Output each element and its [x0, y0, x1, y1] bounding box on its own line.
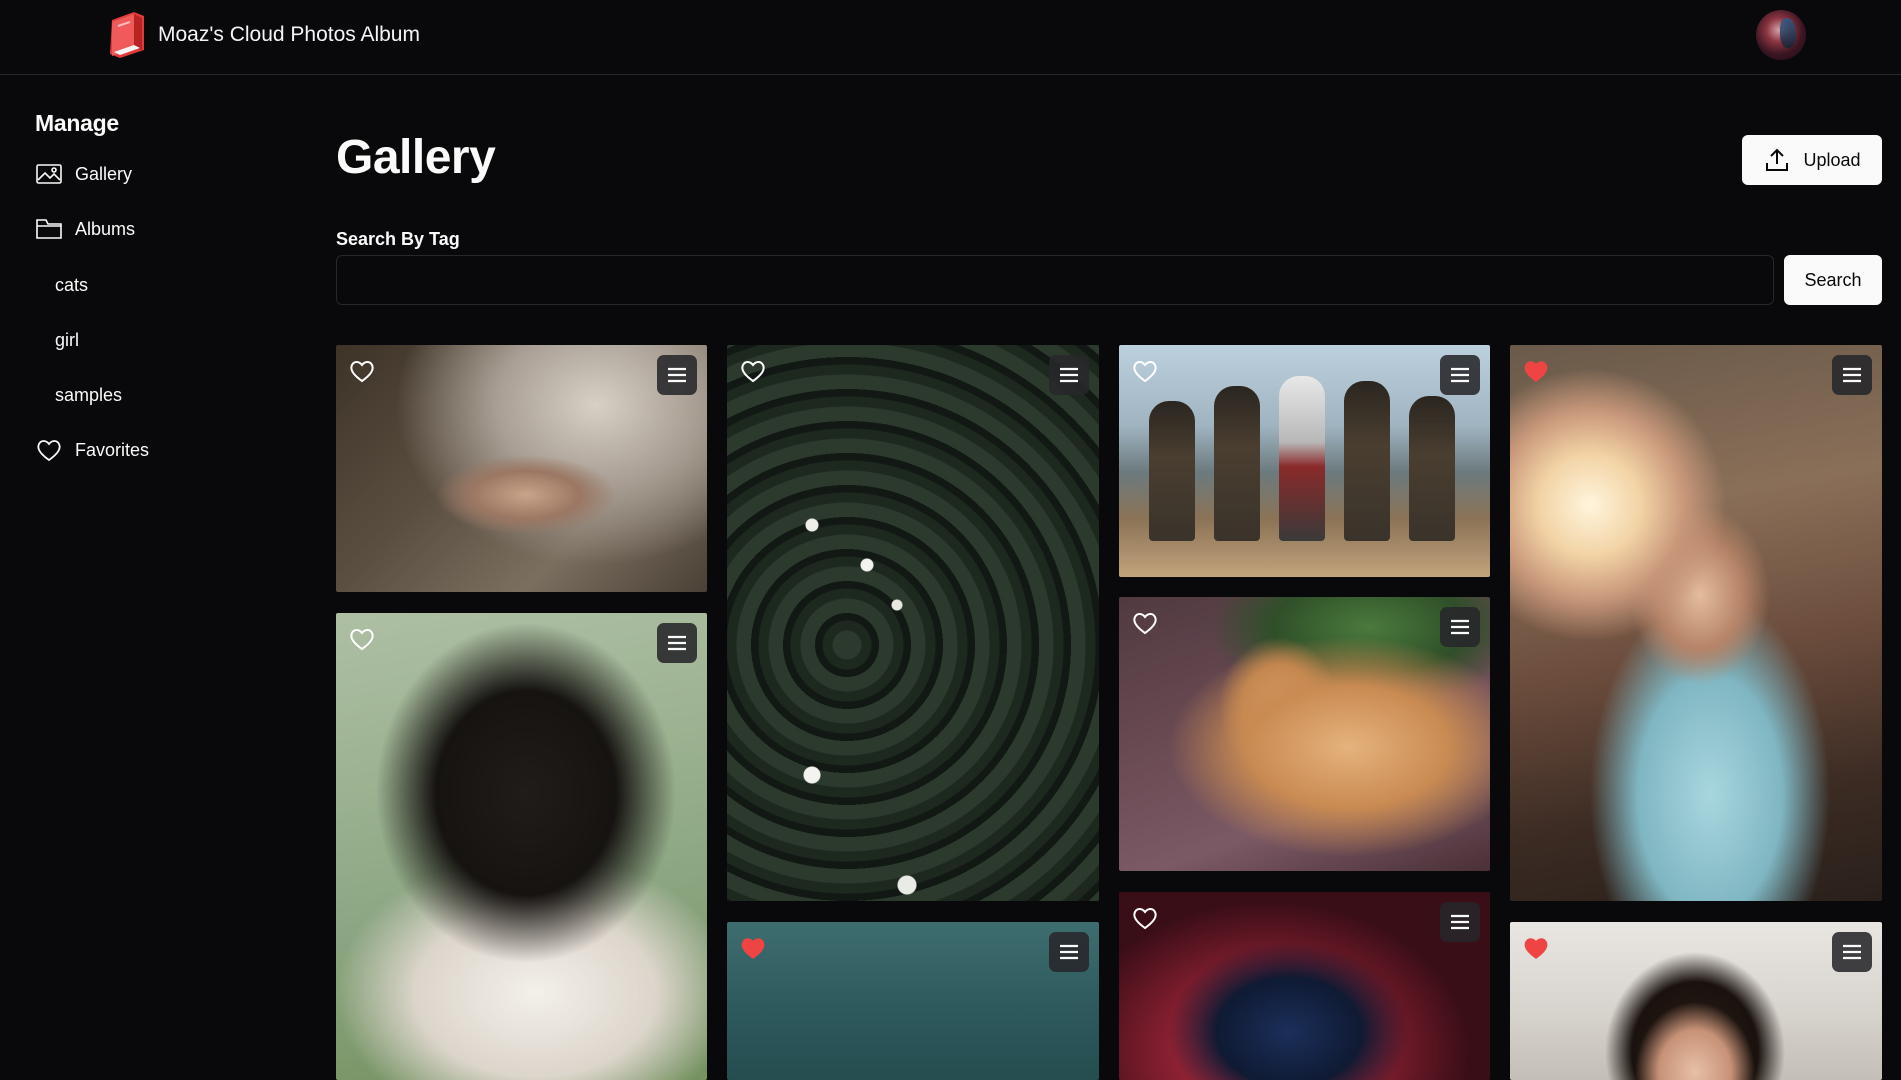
photo-card[interactable] [727, 345, 1099, 901]
heart-outline-icon[interactable] [348, 625, 376, 653]
menu-icon [1451, 619, 1469, 635]
upload-icon [1766, 148, 1789, 171]
upload-label: Upload [1803, 149, 1861, 170]
sidebar-album-girl[interactable]: girl [55, 330, 79, 351]
sidebar: Manage Gallery Albums cats girl samples … [0, 76, 300, 1080]
menu-icon [1060, 367, 1078, 383]
search-tag-input[interactable] [336, 255, 1774, 305]
photo-card[interactable] [336, 345, 707, 592]
sidebar-item-label: Albums [75, 218, 136, 239]
heart-outline-icon[interactable] [1131, 904, 1159, 932]
menu-icon [1060, 944, 1078, 960]
photo-menu-button[interactable] [1440, 902, 1480, 942]
heart-outline-icon[interactable] [348, 357, 376, 385]
photo-menu-button[interactable] [1049, 355, 1089, 395]
user-avatar[interactable] [1756, 10, 1806, 60]
menu-icon [1451, 914, 1469, 930]
figure-shape [1344, 381, 1390, 541]
menu-icon [668, 367, 686, 383]
upload-button[interactable]: Upload [1742, 135, 1882, 185]
sidebar-album-cats[interactable]: cats [55, 275, 88, 296]
photo-card[interactable] [727, 922, 1099, 1080]
heart-filled-icon[interactable] [1522, 357, 1550, 385]
heart-outline-icon[interactable] [1131, 357, 1159, 385]
sidebar-item-label: Favorites [75, 439, 150, 460]
top-navbar: Moaz's Cloud Photos Album [0, 0, 1901, 75]
sidebar-item-label: Gallery [75, 163, 133, 184]
photo-card[interactable] [1119, 892, 1490, 1080]
heart-outline-icon[interactable] [1131, 609, 1159, 637]
sidebar-item-favorites[interactable]: Favorites [35, 432, 149, 468]
photo-menu-button[interactable] [657, 623, 697, 663]
search-label: Search By Tag [336, 229, 460, 249]
figure-shape [1149, 401, 1195, 541]
sidebar-album-samples[interactable]: samples [55, 385, 122, 406]
image-icon [36, 164, 62, 184]
sidebar-item-albums[interactable]: Albums [35, 211, 135, 247]
menu-icon [1451, 367, 1469, 383]
heart-outline-icon[interactable] [739, 357, 767, 385]
red-book-icon [110, 12, 144, 58]
page-title: Gallery [336, 131, 496, 184]
figure-shape [1279, 376, 1325, 541]
heart-filled-icon[interactable] [739, 934, 767, 962]
sidebar-item-gallery[interactable]: Gallery [35, 156, 132, 192]
photo-menu-button[interactable] [1832, 355, 1872, 395]
photo-card[interactable] [1510, 922, 1882, 1080]
photo-card[interactable] [1119, 597, 1490, 871]
heart-icon [37, 440, 61, 462]
photo-menu-button[interactable] [1049, 932, 1089, 972]
menu-icon [1843, 367, 1861, 383]
heart-filled-icon[interactable] [1522, 934, 1550, 962]
menu-icon [668, 635, 686, 651]
folder-icon [36, 219, 62, 239]
sidebar-heading: Manage [35, 110, 119, 136]
photo-menu-button[interactable] [1440, 355, 1480, 395]
menu-icon [1843, 944, 1861, 960]
photo-menu-button[interactable] [1832, 932, 1872, 972]
photo-card[interactable] [1510, 345, 1882, 901]
photo-card[interactable] [336, 613, 707, 1080]
search-button[interactable]: Search [1784, 255, 1882, 305]
photo-menu-button[interactable] [657, 355, 697, 395]
figure-shape [1214, 386, 1260, 541]
figure-shape [1409, 396, 1455, 541]
brand-link[interactable]: Moaz's Cloud Photos Album [104, 10, 420, 60]
app-title: Moaz's Cloud Photos Album [158, 23, 420, 46]
photo-menu-button[interactable] [1440, 607, 1480, 647]
photo-card[interactable] [1119, 345, 1490, 577]
